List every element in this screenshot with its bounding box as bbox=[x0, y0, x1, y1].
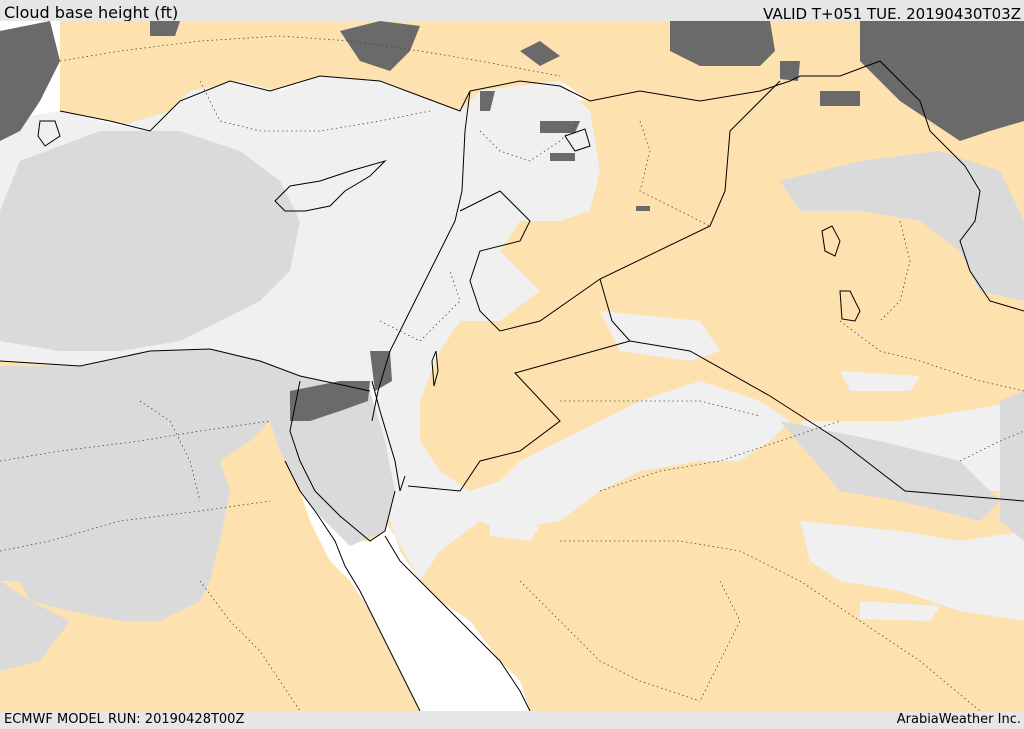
weather-map[interactable] bbox=[0, 21, 1024, 711]
model-run-label: ECMWF MODEL RUN: 20190428T00Z bbox=[4, 712, 245, 727]
map-title: Cloud base height (ft) bbox=[4, 3, 179, 22]
credit-label: ArabiaWeather Inc. bbox=[896, 712, 1021, 727]
map-canvas bbox=[0, 21, 1024, 711]
